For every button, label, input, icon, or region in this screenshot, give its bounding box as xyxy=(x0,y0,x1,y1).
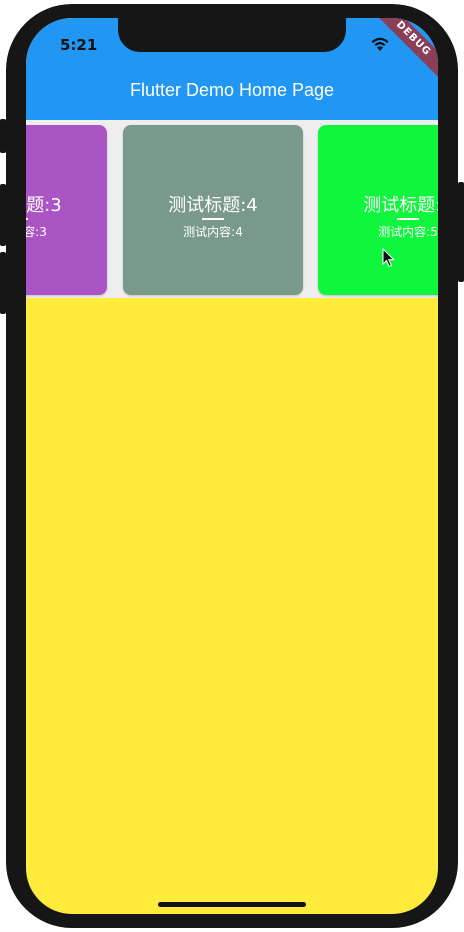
card-title-underline xyxy=(397,218,419,220)
page-title: Flutter Demo Home Page xyxy=(129,80,335,100)
mouse-cursor-icon xyxy=(382,248,395,268)
mute-switch xyxy=(0,119,6,153)
carousel-card-5[interactable]: 测试标题:5 测试内容:5 xyxy=(318,125,438,295)
home-indicator[interactable] xyxy=(158,902,306,907)
carousel-card-4[interactable]: 测试标题:4 测试内容:4 xyxy=(123,125,303,295)
volume-down-button xyxy=(0,252,6,314)
volume-up-button xyxy=(0,184,6,246)
card-title-underline xyxy=(202,218,224,220)
card-content: 测试内容:5 xyxy=(378,225,438,239)
card-content: 测试内容:4 xyxy=(183,225,243,239)
power-button xyxy=(458,182,464,282)
status-time: 5:21 xyxy=(60,36,98,54)
carousel-card-3[interactable]: 测试标题:3 测试内容:3 xyxy=(26,125,107,295)
card-title: 测试标题:4 xyxy=(168,195,258,216)
card-carousel[interactable]: 测试标题:3 测试内容:3 测试标题:4 测试内容:4 测试标题:5 测试内容:… xyxy=(26,120,438,298)
card-content: 测试内容:3 xyxy=(26,225,47,239)
device-notch xyxy=(118,18,346,52)
wifi-icon xyxy=(371,37,389,51)
card-title-underline xyxy=(26,218,28,220)
card-title: 测试标题:3 xyxy=(26,195,62,216)
app-bar: 5:21 DEBUG Flutter Demo Home Page xyxy=(26,18,438,120)
app-screen: 5:21 DEBUG Flutter Demo Home Page 测试标题:3… xyxy=(26,18,438,914)
card-title: 测试标题:5 xyxy=(363,195,438,216)
